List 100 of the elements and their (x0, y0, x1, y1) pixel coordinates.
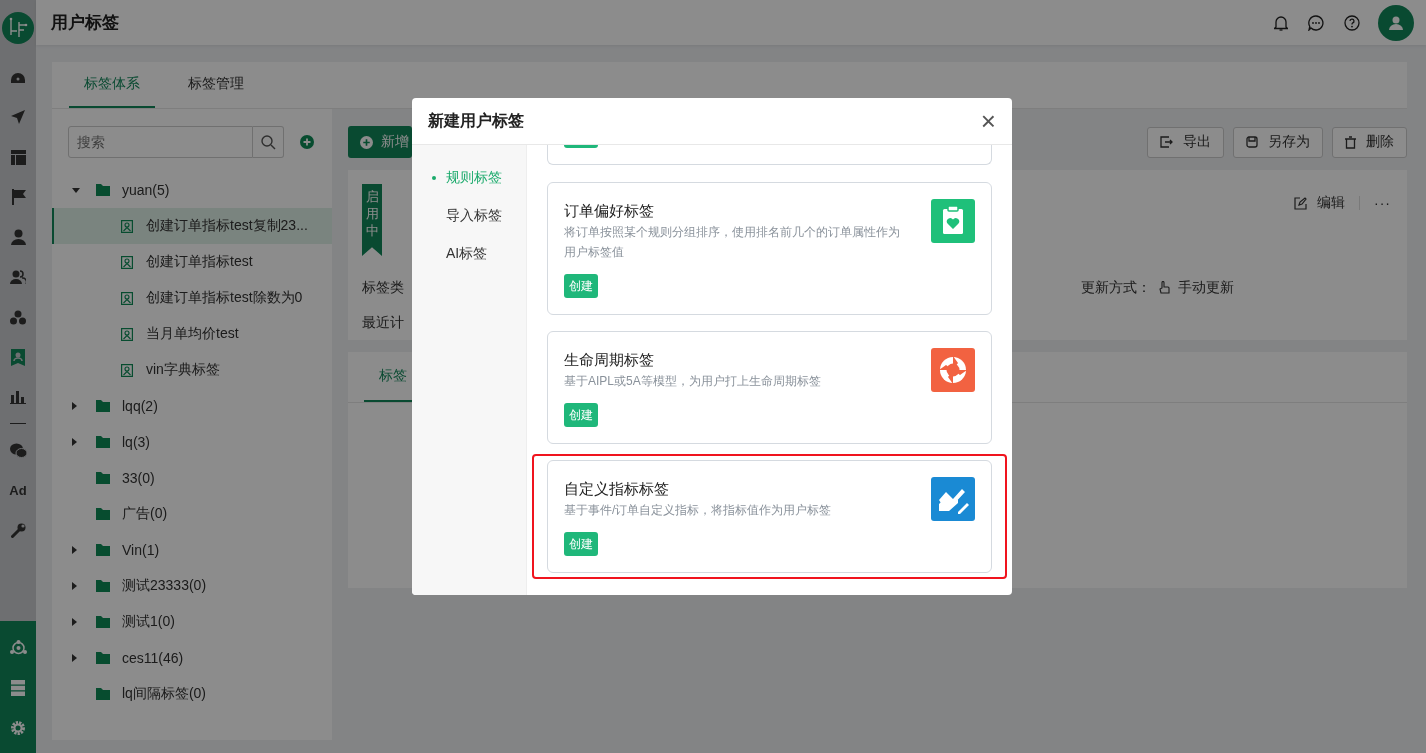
caret-right-icon[interactable] (72, 438, 77, 446)
help-icon[interactable] (1344, 14, 1360, 31)
hand-icon (1159, 281, 1170, 294)
status-ribbon: 启用中 (362, 184, 382, 256)
logo-icon[interactable] (2, 12, 34, 44)
card-description: 基于AIPL或5A等模型，为用户打上生命周期标签 (564, 373, 821, 390)
caret-down-icon[interactable] (72, 187, 80, 193)
card-description: 将订单按照某个规则分组排序，使用排名前几个的订单属性作为用户标签值 (564, 224, 901, 261)
tag-label: 创建订单指标test除数为0 (146, 289, 303, 307)
chart-edit-icon (931, 477, 975, 521)
tree-folder[interactable]: 33(0) (52, 460, 332, 496)
tree-folder[interactable]: lqq(2) (52, 388, 332, 424)
send-icon[interactable] (10, 109, 26, 125)
tree-item[interactable]: 创建订单指标test除数为0 (52, 280, 332, 316)
bell-icon[interactable] (1274, 14, 1288, 31)
server-icon[interactable] (11, 680, 25, 696)
tag-icon (121, 255, 133, 269)
tree-folder[interactable]: yuan(5) (52, 172, 332, 208)
tree-folder[interactable]: lq(3) (52, 424, 332, 460)
card-title: 订单偏好标签 (564, 202, 654, 221)
tree-item[interactable]: 创建订单指标test (52, 244, 332, 280)
rail-item[interactable]: Ad (0, 470, 36, 510)
flag-icon[interactable] (10, 189, 26, 205)
tree-item[interactable]: vin字典标签 (52, 352, 332, 388)
tree-folder[interactable]: 测试1(0) (52, 604, 332, 640)
field-label: 标签类 (362, 278, 404, 297)
search-icon[interactable] (260, 134, 276, 150)
tag-icon (121, 327, 133, 341)
tree-folder[interactable]: Vin(1) (52, 532, 332, 568)
nav-item[interactable]: 导入标签 (412, 197, 526, 235)
folder-label: 广告(0) (122, 505, 168, 523)
caret-right-icon[interactable] (72, 402, 77, 410)
folder-icon (96, 472, 110, 484)
folder-icon (96, 400, 110, 412)
network-icon[interactable] (9, 640, 27, 656)
settings-icon[interactable] (10, 720, 26, 736)
update-mode-value: 手动更新 (1178, 278, 1234, 297)
tree-folder[interactable]: 广告(0) (52, 496, 332, 532)
new-button[interactable]: 新增 (348, 126, 412, 158)
folder-label: 测试1(0) (122, 613, 175, 631)
page-title: 用户标签 (51, 12, 119, 34)
folder-label: lq间隔标签(0) (122, 685, 206, 703)
caret-right-icon[interactable] (72, 582, 77, 590)
action-button[interactable]: 导出 (1147, 126, 1224, 158)
tag-icon (121, 219, 133, 233)
folder-icon (96, 580, 110, 592)
user-icon[interactable] (10, 229, 26, 245)
tree-item[interactable]: 当月单均价test (52, 316, 332, 352)
wrench-icon[interactable] (10, 522, 26, 538)
card-title: 自定义指标标签 (564, 480, 669, 499)
folder-icon (96, 688, 110, 700)
folder-icon (96, 652, 110, 664)
plus-icon (360, 135, 373, 149)
card-title: 生命周期标签 (564, 351, 654, 370)
layout-icon[interactable] (10, 149, 26, 165)
action-button[interactable]: 另存为 (1233, 126, 1323, 158)
caret-right-icon[interactable] (72, 654, 77, 662)
save-icon (1246, 136, 1258, 148)
tag-icon[interactable] (11, 348, 25, 366)
tree-folder[interactable]: lq间隔标签(0) (52, 676, 332, 712)
tree-folder[interactable]: ces11(46) (52, 640, 332, 676)
action-button[interactable]: 删除 (1332, 126, 1407, 158)
folder-label: yuan(5) (122, 182, 170, 198)
field-label: 最近计 (362, 313, 404, 332)
search-button[interactable] (253, 126, 284, 158)
nav-item[interactable]: 规则标签 (412, 159, 526, 197)
tag-icon (121, 363, 133, 377)
edit-button[interactable]: 编辑 (1294, 194, 1345, 212)
chat-bubbles-icon[interactable] (9, 442, 27, 458)
dialog-title: 新建用户标签 (428, 110, 524, 131)
caret-right-icon[interactable] (72, 546, 77, 554)
folder-label: 33(0) (122, 470, 155, 486)
card-description: 基于事件/订单自定义指标，将指标值作为用户标签 (564, 502, 832, 519)
tag-label: 创建订单指标test复制23... (146, 217, 308, 235)
tree-folder[interactable]: 测试23333(0) (52, 568, 332, 604)
users-icon[interactable] (10, 269, 26, 285)
close-button[interactable]: × (980, 108, 996, 134)
avatar[interactable] (1378, 4, 1414, 41)
trash-icon (1345, 135, 1356, 149)
folder-icon (96, 616, 110, 628)
export-icon (1160, 136, 1173, 148)
edit-icon (1294, 196, 1307, 210)
tag-label: 创建订单指标test (146, 253, 253, 271)
search-field[interactable]: 搜索 (68, 126, 253, 158)
folder-icon (96, 544, 110, 556)
caret-right-icon[interactable] (72, 618, 77, 626)
folder-label: lq(3) (122, 434, 150, 450)
tab[interactable]: 标签管理 (173, 62, 259, 108)
tree-item[interactable]: 创建订单指标test复制23... (52, 208, 332, 244)
nav-item[interactable]: AI标签 (412, 235, 526, 273)
cluster-icon[interactable] (10, 309, 26, 325)
folder-label: 测试23333(0) (122, 577, 207, 595)
tag-label: 当月单均价test (146, 325, 239, 343)
folder-label: Vin(1) (122, 542, 160, 558)
chat-icon[interactable] (1308, 14, 1324, 31)
bar-chart-icon[interactable] (10, 390, 26, 404)
folder-icon (96, 436, 110, 448)
add-icon[interactable] (300, 135, 314, 149)
more-button[interactable]: ··· (1374, 195, 1391, 211)
update-mode-label: 更新方式： (1081, 278, 1151, 297)
